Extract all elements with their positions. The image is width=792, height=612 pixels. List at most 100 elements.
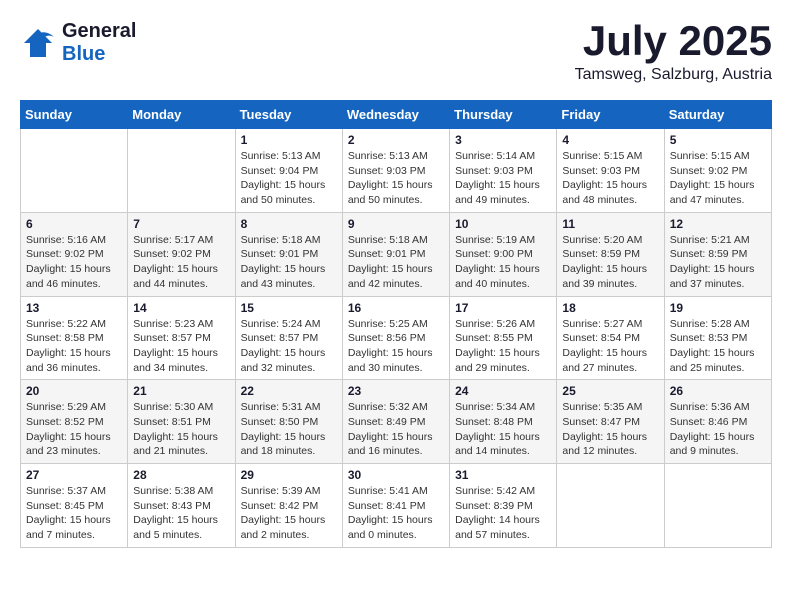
- day-content: Sunrise: 5:28 AM Sunset: 8:53 PM Dayligh…: [670, 317, 766, 376]
- calendar-cell: 30 Sunrise: 5:41 AM Sunset: 8:41 PM Dayli…: [342, 464, 449, 548]
- calendar-week-row: 1 Sunrise: 5:13 AM Sunset: 9:04 PM Daylig…: [21, 129, 772, 213]
- calendar-cell: 9 Sunrise: 5:18 AM Sunset: 9:01 PM Daylig…: [342, 212, 449, 296]
- calendar-cell: 1 Sunrise: 5:13 AM Sunset: 9:04 PM Daylig…: [235, 129, 342, 213]
- calendar-cell: 29Sunrise: 5:39 AM Sunset: 8:42 PM Dayli…: [235, 464, 342, 548]
- day-number: 22: [241, 384, 337, 398]
- calendar-cell: 5Sunrise: 5:15 AM Sunset: 9:02 PM Daylig…: [664, 129, 771, 213]
- page-header: General Blue July 2025 Tamsweg, Salzburg…: [20, 20, 772, 84]
- day-content: Sunrise: 5:13 AM Sunset: 9:04 PM Dayligh…: [241, 149, 337, 208]
- day-content: Sunrise: 5:14 AM Sunset: 9:03 PM Dayligh…: [455, 149, 551, 208]
- day-number: 16: [348, 301, 444, 315]
- calendar-cell: 8 Sunrise: 5:18 AM Sunset: 9:01 PM Daylig…: [235, 212, 342, 296]
- day-content: Sunrise: 5:38 AM Sunset: 8:43 PM Dayligh…: [133, 484, 229, 543]
- weekday-header: Monday: [128, 101, 235, 129]
- day-number: 9: [348, 217, 444, 231]
- day-content: Sunrise: 5:19 AM Sunset: 9:00 PM Dayligh…: [455, 233, 551, 292]
- day-number: 23: [348, 384, 444, 398]
- day-content: Sunrise: 5:37 AM Sunset: 8:45 PM Dayligh…: [26, 484, 122, 543]
- calendar-cell: 4Sunrise: 5:15 AM Sunset: 9:03 PM Daylig…: [557, 129, 664, 213]
- day-content: Sunrise: 5:34 AM Sunset: 8:48 PM Dayligh…: [455, 400, 551, 459]
- calendar-cell: 19Sunrise: 5:28 AM Sunset: 8:53 PM Dayli…: [664, 296, 771, 380]
- day-content: Sunrise: 5:25 AM Sunset: 8:56 PM Dayligh…: [348, 317, 444, 376]
- day-number: 5: [670, 133, 766, 147]
- day-number: 31: [455, 468, 551, 482]
- calendar-cell: 31 Sunrise: 5:42 AM Sunset: 8:39 PM Dayli…: [450, 464, 557, 548]
- day-content: Sunrise: 5:18 AM Sunset: 9:01 PM Dayligh…: [241, 233, 337, 292]
- day-number: 8: [241, 217, 337, 231]
- weekday-header: Friday: [557, 101, 664, 129]
- weekday-header: Saturday: [664, 101, 771, 129]
- calendar-cell: [21, 129, 128, 213]
- day-number: 14: [133, 301, 229, 315]
- calendar-table: SundayMondayTuesdayWednesdayThursdayFrid…: [20, 100, 772, 548]
- logo-icon: [20, 25, 56, 61]
- day-content: Sunrise: 5:31 AM Sunset: 8:50 PM Dayligh…: [241, 400, 337, 459]
- day-content: Sunrise: 5:23 AM Sunset: 8:57 PM Dayligh…: [133, 317, 229, 376]
- location-text: Tamsweg, Salzburg, Austria: [575, 66, 772, 84]
- weekday-header: Thursday: [450, 101, 557, 129]
- title-block: July 2025 Tamsweg, Salzburg, Austria: [575, 20, 772, 84]
- day-content: Sunrise: 5:16 AM Sunset: 9:02 PM Dayligh…: [26, 233, 122, 292]
- day-number: 7: [133, 217, 229, 231]
- day-number: 11: [562, 217, 658, 231]
- day-number: 10: [455, 217, 551, 231]
- weekday-header-row: SundayMondayTuesdayWednesdayThursdayFrid…: [21, 101, 772, 129]
- day-content: Sunrise: 5:15 AM Sunset: 9:03 PM Dayligh…: [562, 149, 658, 208]
- day-content: Sunrise: 5:26 AM Sunset: 8:55 PM Dayligh…: [455, 317, 551, 376]
- day-content: Sunrise: 5:42 AM Sunset: 8:39 PM Dayligh…: [455, 484, 551, 543]
- day-content: Sunrise: 5:36 AM Sunset: 8:46 PM Dayligh…: [670, 400, 766, 459]
- day-content: Sunrise: 5:24 AM Sunset: 8:57 PM Dayligh…: [241, 317, 337, 376]
- day-number: 6: [26, 217, 122, 231]
- day-number: 1: [241, 133, 337, 147]
- day-number: 15: [241, 301, 337, 315]
- day-content: Sunrise: 5:13 AM Sunset: 9:03 PM Dayligh…: [348, 149, 444, 208]
- day-content: Sunrise: 5:17 AM Sunset: 9:02 PM Dayligh…: [133, 233, 229, 292]
- calendar-cell: 13Sunrise: 5:22 AM Sunset: 8:58 PM Dayli…: [21, 296, 128, 380]
- calendar-cell: [557, 464, 664, 548]
- day-content: Sunrise: 5:20 AM Sunset: 8:59 PM Dayligh…: [562, 233, 658, 292]
- logo-blue-text: Blue: [62, 43, 136, 66]
- calendar-cell: 22 Sunrise: 5:31 AM Sunset: 8:50 PM Dayli…: [235, 380, 342, 464]
- day-content: Sunrise: 5:18 AM Sunset: 9:01 PM Dayligh…: [348, 233, 444, 292]
- calendar-cell: 2 Sunrise: 5:13 AM Sunset: 9:03 PM Daylig…: [342, 129, 449, 213]
- calendar-cell: 15 Sunrise: 5:24 AM Sunset: 8:57 PM Dayli…: [235, 296, 342, 380]
- month-year-title: July 2025: [575, 20, 772, 62]
- day-number: 20: [26, 384, 122, 398]
- day-number: 26: [670, 384, 766, 398]
- calendar-cell: 7 Sunrise: 5:17 AM Sunset: 9:02 PM Daylig…: [128, 212, 235, 296]
- logo: General Blue: [20, 20, 136, 66]
- weekday-header: Sunday: [21, 101, 128, 129]
- calendar-week-row: 13Sunrise: 5:22 AM Sunset: 8:58 PM Dayli…: [21, 296, 772, 380]
- calendar-cell: 17 Sunrise: 5:26 AM Sunset: 8:55 PM Dayli…: [450, 296, 557, 380]
- calendar-cell: 10 Sunrise: 5:19 AM Sunset: 9:00 PM Dayli…: [450, 212, 557, 296]
- calendar-week-row: 6 Sunrise: 5:16 AM Sunset: 9:02 PM Daylig…: [21, 212, 772, 296]
- day-content: Sunrise: 5:21 AM Sunset: 8:59 PM Dayligh…: [670, 233, 766, 292]
- day-number: 24: [455, 384, 551, 398]
- day-number: 30: [348, 468, 444, 482]
- day-number: 28: [133, 468, 229, 482]
- calendar-cell: 6 Sunrise: 5:16 AM Sunset: 9:02 PM Daylig…: [21, 212, 128, 296]
- calendar-cell: 24 Sunrise: 5:34 AM Sunset: 8:48 PM Dayli…: [450, 380, 557, 464]
- day-number: 2: [348, 133, 444, 147]
- calendar-week-row: 20 Sunrise: 5:29 AM Sunset: 8:52 PM Dayli…: [21, 380, 772, 464]
- day-content: Sunrise: 5:41 AM Sunset: 8:41 PM Dayligh…: [348, 484, 444, 543]
- day-number: 17: [455, 301, 551, 315]
- calendar-cell: 28 Sunrise: 5:38 AM Sunset: 8:43 PM Dayli…: [128, 464, 235, 548]
- day-content: Sunrise: 5:32 AM Sunset: 8:49 PM Dayligh…: [348, 400, 444, 459]
- calendar-cell: 14 Sunrise: 5:23 AM Sunset: 8:57 PM Dayli…: [128, 296, 235, 380]
- day-number: 27: [26, 468, 122, 482]
- day-content: Sunrise: 5:30 AM Sunset: 8:51 PM Dayligh…: [133, 400, 229, 459]
- weekday-header: Tuesday: [235, 101, 342, 129]
- day-content: Sunrise: 5:39 AM Sunset: 8:42 PM Dayligh…: [241, 484, 337, 543]
- day-content: Sunrise: 5:35 AM Sunset: 8:47 PM Dayligh…: [562, 400, 658, 459]
- calendar-cell: 18Sunrise: 5:27 AM Sunset: 8:54 PM Dayli…: [557, 296, 664, 380]
- calendar-cell: 12Sunrise: 5:21 AM Sunset: 8:59 PM Dayli…: [664, 212, 771, 296]
- day-content: Sunrise: 5:27 AM Sunset: 8:54 PM Dayligh…: [562, 317, 658, 376]
- day-content: Sunrise: 5:29 AM Sunset: 8:52 PM Dayligh…: [26, 400, 122, 459]
- day-number: 21: [133, 384, 229, 398]
- calendar-cell: 11 Sunrise: 5:20 AM Sunset: 8:59 PM Dayli…: [557, 212, 664, 296]
- day-number: 3: [455, 133, 551, 147]
- calendar-cell: 20 Sunrise: 5:29 AM Sunset: 8:52 PM Dayli…: [21, 380, 128, 464]
- calendar-cell: 25Sunrise: 5:35 AM Sunset: 8:47 PM Dayli…: [557, 380, 664, 464]
- day-number: 13: [26, 301, 122, 315]
